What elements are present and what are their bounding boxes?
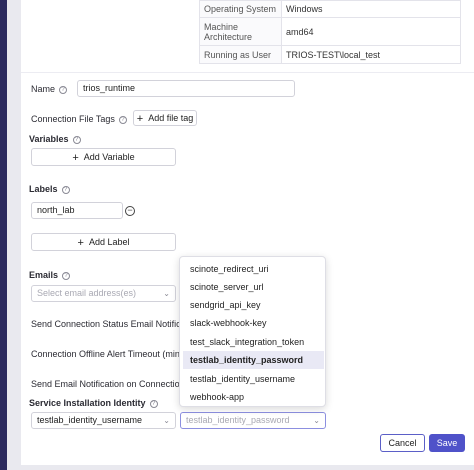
table-row: Running as User TRIOS-TEST\local_test <box>199 45 461 64</box>
add-variable-button[interactable]: + Add Variable <box>31 148 176 166</box>
save-button[interactable]: Save <box>429 434 465 452</box>
info-value: amd64 <box>281 17 461 46</box>
emails-label-text: Emails <box>29 270 59 280</box>
dropdown-option[interactable]: scinote_redirect_uri <box>183 260 324 278</box>
help-circle-icon[interactable]: ? <box>72 135 81 144</box>
identity-dropdown-menu: scinote_redirect_uri scinote_server_url … <box>179 256 326 407</box>
emails-select[interactable]: Select email address(es) ⌄ <box>31 285 176 302</box>
name-label-text: Name <box>31 84 56 94</box>
help-circle-icon[interactable]: ? <box>62 271 71 280</box>
identity-password-placeholder: testlab_identity_password <box>186 415 290 425</box>
identity-username-select[interactable]: testlab_identity_username ⌄ <box>31 412 176 429</box>
add-label-label: Add Label <box>88 237 130 247</box>
minus-circle-icon[interactable]: − <box>125 206 135 216</box>
help-circle-icon[interactable]: ? <box>61 185 70 194</box>
help-circle-icon[interactable]: ? <box>59 85 68 94</box>
info-value: Windows <box>281 0 461 18</box>
emails-placeholder: Select email address(es) <box>37 288 137 298</box>
add-file-tag-button[interactable]: + Add file tag <box>133 110 197 126</box>
service-installation-identity-label: Service Installation Identity? <box>29 398 158 408</box>
name-input[interactable]: trios_runtime <box>77 80 295 97</box>
chevron-down-icon: ⌄ <box>313 416 320 425</box>
plus-icon: + <box>136 113 144 125</box>
help-circle-icon[interactable]: ? <box>149 399 158 408</box>
label-input[interactable]: north_lab <box>31 202 123 219</box>
labels-label: Labels? <box>29 184 70 194</box>
add-file-tag-label: Add file tag <box>148 113 194 123</box>
dropdown-option-selected[interactable]: testlab_identity_password <box>183 351 324 369</box>
add-label-button[interactable]: + Add Label <box>31 233 176 251</box>
labels-label-text: Labels <box>29 184 58 194</box>
send-email-on-connection-label: Send Email Notification on Connection S <box>31 379 194 389</box>
table-row: Machine Architecture amd64 <box>199 17 461 46</box>
info-key: Machine Architecture <box>199 17 282 46</box>
offline-alert-timeout-label: Connection Offline Alert Timeout (min) <box>31 349 183 359</box>
dropdown-option[interactable]: test_slack_integration_token <box>183 333 324 351</box>
variables-label-text: Variables <box>29 134 69 144</box>
chevron-down-icon: ⌄ <box>163 416 170 425</box>
dropdown-option[interactable]: testlab_identity_username <box>183 370 324 388</box>
dropdown-option[interactable]: webhook-app <box>183 388 324 406</box>
connection-file-tags-text: Connection File Tags <box>31 114 115 124</box>
left-rail <box>0 0 7 470</box>
plus-icon: + <box>77 237 84 249</box>
identity-password-select[interactable]: testlab_identity_password ⌄ <box>180 412 326 429</box>
emails-label: Emails? <box>29 270 71 280</box>
info-value: TRIOS-TEST\local_test <box>281 45 461 64</box>
connection-file-tags-label: Connection File Tags? <box>31 114 127 124</box>
dropdown-option[interactable]: slack-webhook-key <box>183 314 324 332</box>
send-status-email-label: Send Connection Status Email Notificatio <box>31 319 196 329</box>
add-variable-label: Add Variable <box>83 152 135 162</box>
cancel-button[interactable]: Cancel <box>380 434 425 452</box>
section-divider <box>21 72 474 73</box>
system-info-table: Operating System Windows Machine Archite… <box>199 0 461 64</box>
dropdown-option[interactable]: sendgrid_api_key <box>183 296 324 314</box>
help-circle-icon[interactable]: ? <box>118 115 127 124</box>
identity-username-value: testlab_identity_username <box>37 415 143 425</box>
chevron-down-icon: ⌄ <box>163 289 170 298</box>
plus-icon: + <box>72 152 79 164</box>
dropdown-option[interactable]: scinote_server_url <box>183 278 324 296</box>
variables-label: Variables? <box>29 134 81 144</box>
info-key: Operating System <box>199 0 282 18</box>
service-installation-identity-text: Service Installation Identity <box>29 398 146 408</box>
name-label: Name? <box>31 84 68 94</box>
info-key: Running as User <box>199 45 282 64</box>
table-row: Operating System Windows <box>199 0 461 18</box>
